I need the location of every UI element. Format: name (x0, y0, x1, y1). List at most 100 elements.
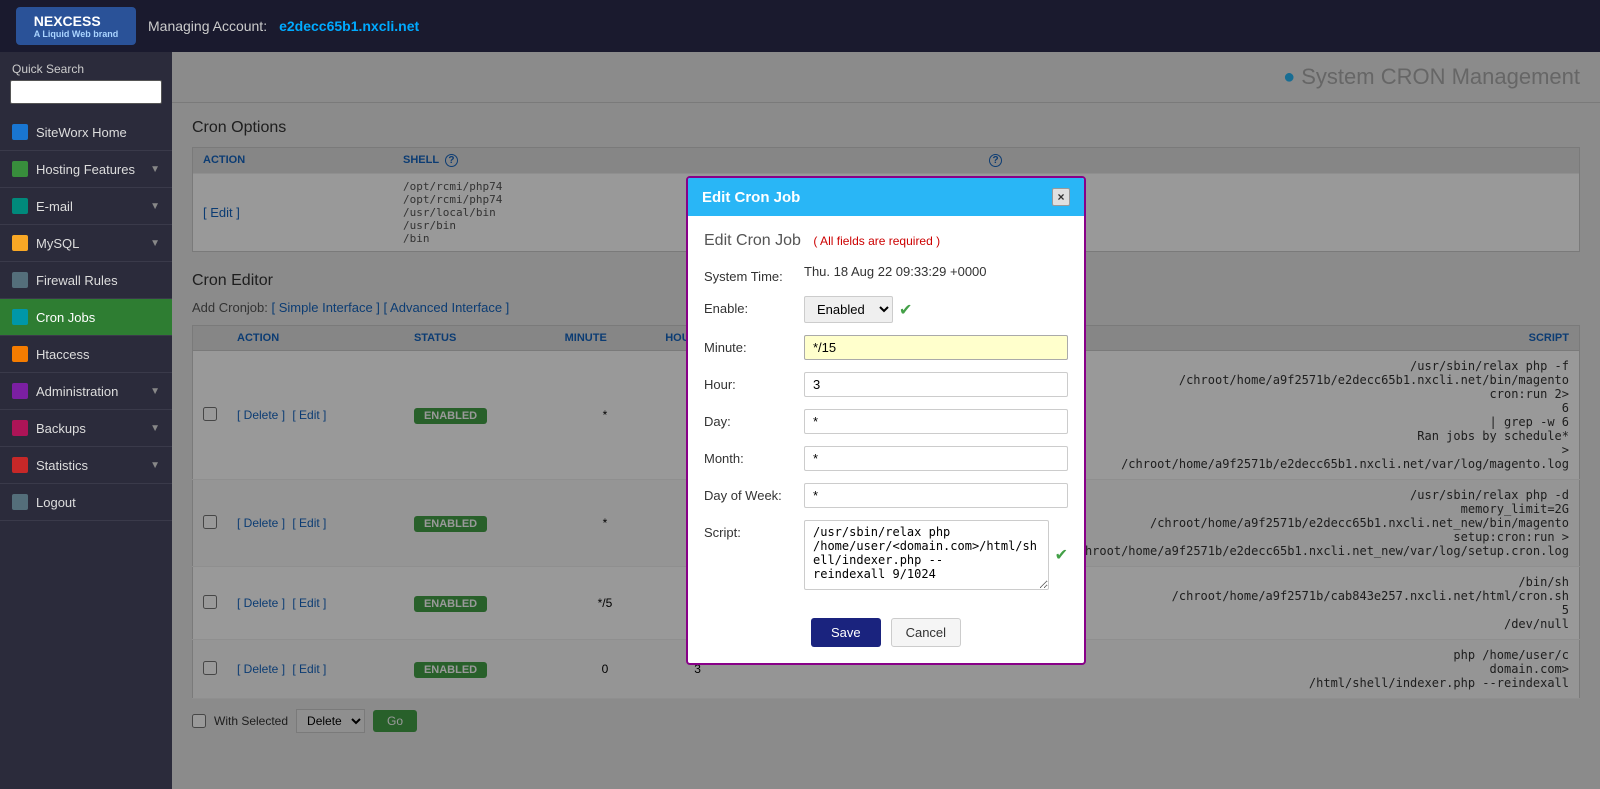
modal-title: Edit Cron Job (702, 189, 800, 206)
modal-close-button[interactable]: × (1052, 188, 1070, 206)
sidebar-item-left: Firewall Rules (12, 272, 118, 288)
sidebar-icon-firewall-rules (12, 272, 28, 288)
sidebar-icon-backups (12, 420, 28, 436)
day-input[interactable] (804, 409, 1068, 434)
sidebar-item-left: E-mail (12, 198, 73, 214)
sidebar-item-cron-jobs[interactable]: Cron Jobs (0, 299, 172, 336)
sidebar-item-left: Htaccess (12, 346, 89, 362)
sidebar-icon-siteworx-home (12, 124, 28, 140)
sidebar-item-left: Hosting Features (12, 161, 135, 177)
day-of-week-row: Day of Week: (704, 483, 1068, 508)
sidebar-label-hosting-features: Hosting Features (36, 162, 135, 177)
sidebar-item-firewall-rules[interactable]: Firewall Rules (0, 262, 172, 299)
managing-label: Managing Account: (148, 18, 267, 34)
hour-input[interactable] (804, 372, 1068, 397)
sidebar-label-administration: Administration (36, 384, 118, 399)
sidebar-label-cron-jobs: Cron Jobs (36, 310, 95, 325)
sidebar-item-hosting-features[interactable]: Hosting Features ▼ (0, 151, 172, 188)
sidebar-label-email: E-mail (36, 199, 73, 214)
minute-row: Minute: (704, 335, 1068, 360)
month-row: Month: (704, 446, 1068, 471)
minute-label: Minute: (704, 335, 794, 355)
quick-search-input[interactable] (10, 80, 162, 104)
sidebar-item-htaccess[interactable]: Htaccess (0, 336, 172, 373)
sidebar-item-administration[interactable]: Administration ▼ (0, 373, 172, 410)
day-label: Day: (704, 409, 794, 429)
sidebar-item-backups[interactable]: Backups ▼ (0, 410, 172, 447)
sidebar-item-left: MySQL (12, 235, 79, 251)
sidebar-item-logout[interactable]: Logout (0, 484, 172, 521)
sidebar-item-left: Logout (12, 494, 76, 510)
required-text: ( All fields are required ) (813, 234, 940, 248)
sidebar-item-left: Backups (12, 420, 86, 436)
enable-select[interactable]: Enabled Disabled (804, 296, 893, 323)
month-input[interactable] (804, 446, 1068, 471)
sidebar-label-statistics: Statistics (36, 458, 88, 473)
sidebar-item-mysql[interactable]: MySQL ▼ (0, 225, 172, 262)
quick-search-label: Quick Search (0, 52, 172, 80)
modal-header: Edit Cron Job × (688, 178, 1084, 216)
cancel-button[interactable]: Cancel (891, 618, 961, 647)
enable-check-icon: ✔ (899, 300, 912, 320)
sidebar-icon-cron-jobs (12, 309, 28, 325)
day-of-week-label: Day of Week: (704, 483, 794, 503)
sidebar-item-left: Administration (12, 383, 118, 399)
sidebar-icon-mysql (12, 235, 28, 251)
sidebar-arrow-mysql: ▼ (150, 238, 160, 249)
sidebar-item-left: Cron Jobs (12, 309, 95, 325)
sidebar-label-backups: Backups (36, 421, 86, 436)
sidebar-arrow-backups: ▼ (150, 423, 160, 434)
header: NEXCESS A Liquid Web brand Managing Acco… (0, 0, 1600, 52)
sidebar-arrow-administration: ▼ (150, 386, 160, 397)
sidebar-label-logout: Logout (36, 495, 76, 510)
main-content: ● System CRON Management Cron Options AC… (172, 52, 1600, 789)
sidebar-item-statistics[interactable]: Statistics ▼ (0, 447, 172, 484)
enable-row: Enable: Enabled Disabled ✔ (704, 296, 1068, 323)
script-field-row: ✔ (804, 520, 1068, 590)
system-time-label: System Time: (704, 264, 794, 284)
sidebar-item-left: SiteWorx Home (12, 124, 127, 140)
sidebar-item-left: Statistics (12, 457, 88, 473)
system-time-value: Thu. 18 Aug 22 09:33:29 +0000 (804, 264, 987, 279)
logo: NEXCESS A Liquid Web brand (16, 7, 136, 45)
day-of-week-input[interactable] (804, 483, 1068, 508)
sidebar-item-email[interactable]: E-mail ▼ (0, 188, 172, 225)
sidebar-icon-statistics (12, 457, 28, 473)
modal-footer: Save Cancel (688, 618, 1084, 663)
account-name: e2decc65b1.nxcli.net (279, 18, 419, 34)
script-check-icon: ✔ (1055, 545, 1068, 565)
script-textarea[interactable] (804, 520, 1049, 590)
modal-overlay: Edit Cron Job × Edit Cron Job ( All fiel… (172, 52, 1600, 789)
sidebar-arrow-email: ▼ (150, 201, 160, 212)
layout: Quick Search SiteWorx Home Hosting Featu… (0, 52, 1600, 789)
month-label: Month: (704, 446, 794, 466)
logo-text: NEXCESS (34, 13, 101, 29)
sidebar-item-siteworx-home[interactable]: SiteWorx Home (0, 114, 172, 151)
system-time-row: System Time: Thu. 18 Aug 22 09:33:29 +00… (704, 264, 1068, 284)
sidebar-label-firewall-rules: Firewall Rules (36, 273, 118, 288)
sidebar-icon-administration (12, 383, 28, 399)
sidebar-icon-htaccess (12, 346, 28, 362)
hour-label: Hour: (704, 372, 794, 392)
sidebar-label-mysql: MySQL (36, 236, 79, 251)
script-row: Script: ✔ (704, 520, 1068, 590)
hour-row: Hour: (704, 372, 1068, 397)
sidebar-icon-logout (12, 494, 28, 510)
sidebar-icon-email (12, 198, 28, 214)
day-row: Day: (704, 409, 1068, 434)
edit-cron-modal: Edit Cron Job × Edit Cron Job ( All fiel… (686, 176, 1086, 665)
sidebar-label-siteworx-home: SiteWorx Home (36, 125, 127, 140)
sidebar-icon-hosting-features (12, 161, 28, 177)
sidebar: Quick Search SiteWorx Home Hosting Featu… (0, 52, 172, 789)
sidebar-arrow-statistics: ▼ (150, 460, 160, 471)
logo-sub: A Liquid Web brand (34, 29, 119, 39)
enable-field-row: Enabled Disabled ✔ (804, 296, 1068, 323)
modal-subtitle: Edit Cron Job ( All fields are required … (704, 232, 1068, 250)
sidebar-arrow-hosting-features: ▼ (150, 164, 160, 175)
modal-body: Edit Cron Job ( All fields are required … (688, 216, 1084, 618)
minute-input[interactable] (804, 335, 1068, 360)
script-label: Script: (704, 520, 794, 540)
sidebar-label-htaccess: Htaccess (36, 347, 89, 362)
enable-label: Enable: (704, 296, 794, 316)
save-button[interactable]: Save (811, 618, 881, 647)
